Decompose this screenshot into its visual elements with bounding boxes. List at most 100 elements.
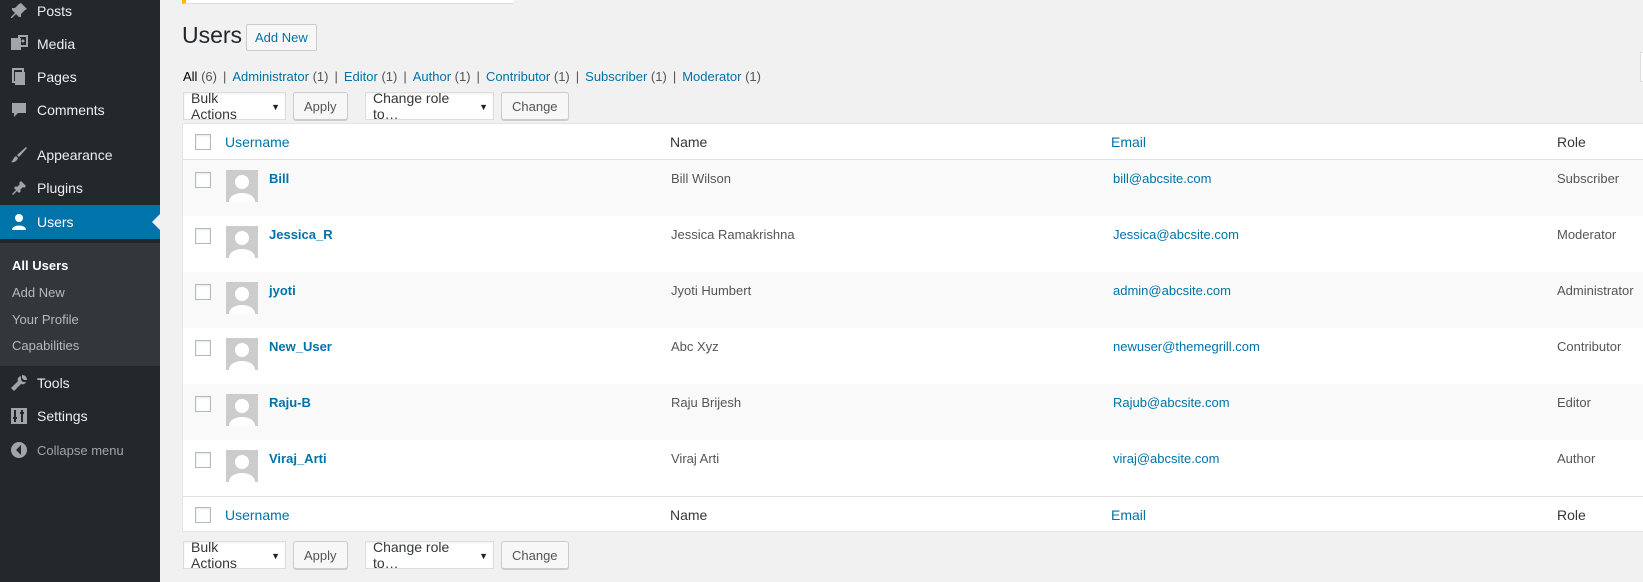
dropdown-arrow-icon: ▼ [271, 551, 280, 561]
dropdown-arrow-icon: ▼ [479, 551, 488, 561]
avatar [226, 394, 258, 426]
brush-icon [9, 145, 29, 165]
column-email[interactable]: Email [1111, 507, 1146, 523]
avatar [226, 170, 258, 202]
sidebar-item-posts[interactable]: Posts [0, 0, 160, 28]
sidebar-item-comments[interactable]: Comments [0, 93, 160, 127]
pin-icon [9, 1, 29, 21]
filter-contributor[interactable]: Contributor (1) [486, 69, 570, 84]
column-name: Name [670, 507, 708, 523]
filter-all[interactable]: All (6) [183, 69, 217, 84]
submenu-your-profile[interactable]: Your Profile [12, 312, 79, 327]
submenu-capabilities[interactable]: Capabilities [12, 338, 79, 353]
apply-button-bottom[interactable]: Apply [293, 541, 348, 569]
filter-moderator[interactable]: Moderator (1) [682, 69, 761, 84]
sidebar-item-plugins[interactable]: Plugins [0, 171, 160, 205]
column-email[interactable]: Email [1111, 134, 1146, 150]
username-link[interactable]: Jessica_R [269, 227, 333, 242]
table-header: Username Name Email Role [183, 124, 1643, 160]
change-role-select-bottom[interactable]: Change role to… ▼ [365, 539, 494, 571]
page-title: Users [182, 22, 243, 48]
change-role-select-top[interactable]: Change role to… ▼ [365, 90, 494, 122]
sidebar-item-label: Media [37, 36, 76, 52]
change-button-top[interactable]: Change [501, 92, 569, 120]
row-checkbox[interactable] [195, 228, 211, 244]
role-cell: Moderator [1557, 227, 1617, 242]
username-link[interactable]: New_User [269, 339, 332, 354]
row-checkbox[interactable] [195, 340, 211, 356]
name-cell: Abc Xyz [671, 339, 719, 354]
media-icon [9, 34, 29, 54]
row-checkbox[interactable] [195, 396, 211, 412]
email-link[interactable]: Rajub@abcsite.com [1113, 395, 1230, 410]
role-filter-links: All (6) | Administrator (1) | Editor (1) | Aut… [183, 69, 761, 84]
sidebar-item-label: Posts [37, 3, 73, 19]
sidebar-item-users[interactable]: Users [0, 205, 160, 239]
role-cell: Editor [1557, 395, 1591, 410]
username-link[interactable]: Bill [269, 171, 289, 186]
avatar [226, 226, 258, 258]
username-link[interactable]: jyoti [269, 283, 296, 298]
row-checkbox[interactable] [195, 452, 211, 468]
username-link[interactable]: Viraj_Arti [269, 451, 327, 466]
row-checkbox[interactable] [195, 284, 211, 300]
select-all-checkbox[interactable] [195, 134, 211, 150]
avatar [226, 338, 258, 370]
sidebar-item-media[interactable]: Media [0, 27, 160, 61]
sidebar-item-label: Plugins [37, 180, 83, 196]
add-new-button[interactable]: Add New [246, 24, 317, 51]
filter-administrator[interactable]: Administrator (1) [232, 69, 328, 84]
wrench-icon [9, 373, 29, 393]
name-cell: Raju Brijesh [671, 395, 742, 410]
sliders-icon [9, 406, 29, 426]
sidebar-item-label: Comments [37, 102, 105, 118]
sidebar-item-label: Appearance [37, 147, 113, 163]
apply-button-top[interactable]: Apply [293, 92, 348, 120]
table-row: New_User Abc Xyz newuser@themegrill.com … [183, 328, 1643, 384]
filter-author[interactable]: Author (1) [413, 69, 471, 84]
select-all-checkbox-footer[interactable] [195, 507, 211, 523]
filter-editor[interactable]: Editor (1) [344, 69, 397, 84]
pages-icon [9, 67, 29, 87]
name-cell: Jessica Ramakrishna [671, 227, 795, 242]
column-username[interactable]: Username [225, 507, 290, 523]
role-cell: Contributor [1557, 339, 1622, 354]
sidebar-item-label: Users [37, 214, 74, 230]
name-cell: Viraj Arti [671, 451, 720, 466]
email-link[interactable]: bill@abcsite.com [1113, 171, 1211, 186]
change-button-bottom[interactable]: Change [501, 541, 569, 569]
sidebar-item-settings[interactable]: Settings [0, 399, 160, 433]
notice-box [182, 0, 514, 4]
plug-icon [9, 178, 29, 198]
sidebar-item-label: Settings [37, 408, 88, 424]
submenu-add-new[interactable]: Add New [12, 285, 65, 300]
username-link[interactable]: Raju-B [269, 395, 311, 410]
email-link[interactable]: Jessica@abcsite.com [1113, 227, 1239, 242]
table-row: Raju-B Raju Brijesh Rajub@abcsite.com Ed… [183, 384, 1643, 440]
bulk-actions-select-bottom[interactable]: Bulk Actions ▼ [183, 539, 286, 571]
collapse-menu-label: Collapse menu [37, 442, 124, 458]
email-link[interactable]: viraj@abcsite.com [1113, 451, 1219, 466]
avatar [226, 450, 258, 482]
email-link[interactable]: newuser@themegrill.com [1113, 339, 1260, 354]
table-row: Bill Bill Wilson bill@abcsite.com Subscr… [183, 160, 1643, 216]
column-role: Role [1557, 134, 1586, 150]
name-cell: Bill Wilson [671, 171, 731, 186]
column-username[interactable]: Username [225, 134, 290, 150]
comments-icon [9, 100, 29, 120]
users-submenu: All Users Add New Your Profile Capabilit… [0, 243, 160, 366]
collapse-icon [9, 440, 29, 460]
submenu-all-users[interactable]: All Users [12, 258, 68, 273]
email-link[interactable]: admin@abcsite.com [1113, 283, 1231, 298]
collapse-menu-button[interactable]: Collapse menu [0, 433, 160, 467]
row-checkbox[interactable] [195, 172, 211, 188]
role-cell: Subscriber [1557, 171, 1620, 186]
filter-subscriber[interactable]: Subscriber (1) [585, 69, 667, 84]
dropdown-arrow-icon: ▼ [271, 102, 280, 112]
sidebar-item-pages[interactable]: Pages [0, 60, 160, 94]
admin-sidebar: Posts Media Pages Comments Appearance Pl… [0, 0, 160, 582]
sidebar-item-tools[interactable]: Tools [0, 366, 160, 400]
bulk-actions-select-top[interactable]: Bulk Actions ▼ [183, 90, 286, 122]
avatar [226, 282, 258, 314]
sidebar-item-appearance[interactable]: Appearance [0, 138, 160, 172]
